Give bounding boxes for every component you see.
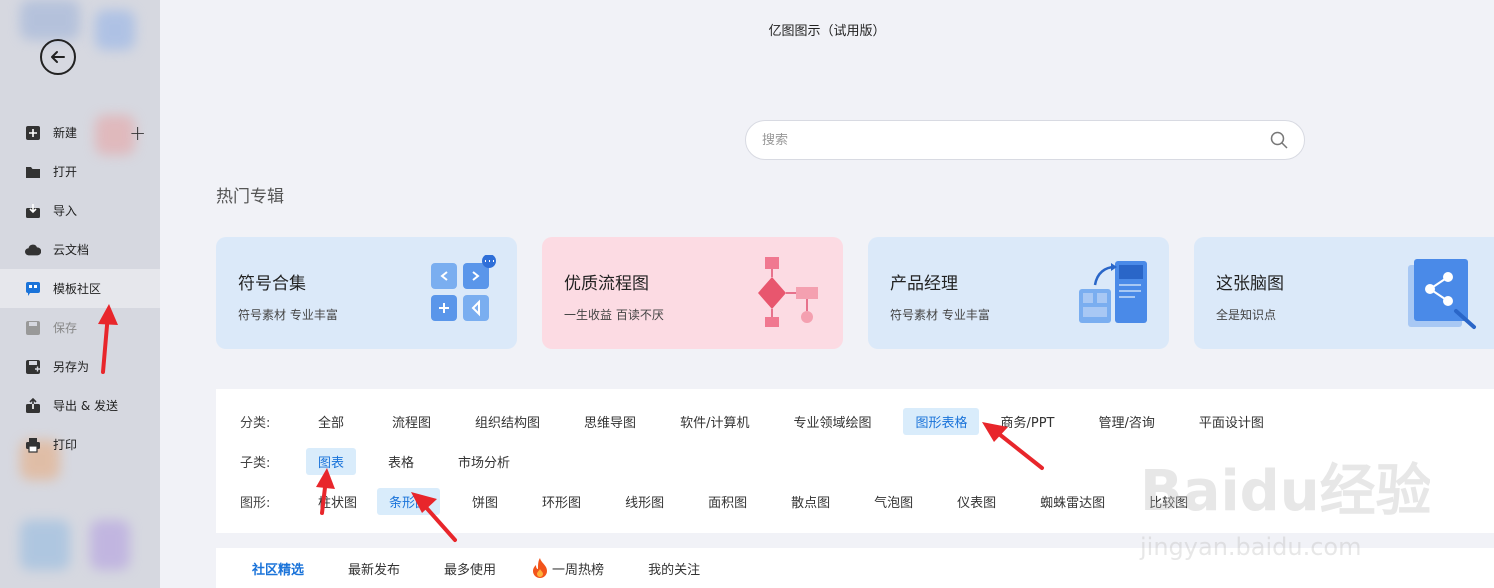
product-manager-icon [1079,261,1147,323]
shape-chip[interactable]: 环形图 [530,488,593,515]
tab-latest[interactable]: 最新发布 [348,559,400,578]
category-chip[interactable]: 全部 [306,408,356,435]
sidebar-item-label: 云文档 [53,243,90,257]
shape-chip[interactable]: 线形图 [613,488,676,515]
category-chip[interactable]: 专业领域绘图 [781,408,883,435]
tab-community-picks[interactable]: 社区精选 [252,559,304,578]
category-chip[interactable]: 思维导图 [572,408,648,435]
shape-chip[interactable]: 仪表图 [945,488,1008,515]
shape-chip[interactable]: 蜘蛛雷达图 [1028,488,1117,515]
sidebar-item-label: 打印 [53,438,78,452]
sidebar-item-save-as[interactable]: 另存为 [0,347,160,386]
tab-label: 一周热榜 [552,562,605,578]
shape-chip[interactable]: 柱状图 [306,488,369,515]
shape-chip-selected[interactable]: 条形图 [377,487,441,515]
subcategory-filter-row: 子类: 图表 表格 市场分析 [240,447,522,475]
sidebar: 新建 + 打开 导入 云文档 模板社区 保存 另存为 导出 & 发送 打印 [0,0,160,588]
shape-chip[interactable]: 气泡图 [862,488,925,515]
filter-label: 子类: [240,455,271,471]
category-chip[interactable]: 管理/咨询 [1086,408,1166,435]
template-community-icon [25,281,41,297]
album-card-mind-map[interactable]: 这张脑图 全是知识点 [1194,237,1494,349]
subcategory-chip-selected[interactable]: 图表 [306,447,357,475]
album-card-product-manager[interactable]: 产品经理 符号素材 专业丰富 [868,237,1169,349]
search-bar [745,120,1305,160]
print-icon [25,437,41,453]
filter-panel: 分类: 全部 流程图 组织结构图 思维导图 软件/计算机 专业领域绘图 图形表格… [216,389,1494,533]
community-tabs: 社区精选 最新发布 最多使用 一周热榜 我的关注 [216,548,1494,588]
sidebar-menu: 新建 + 打开 导入 云文档 模板社区 保存 另存为 导出 & 发送 打印 [0,113,160,464]
plus-icon[interactable]: + [129,121,146,145]
folder-icon [25,164,41,180]
shape-filter-row: 图形: 柱状图 条形图 饼图 环形图 线形图 面积图 散点图 气泡图 仪表图 蜘… [240,487,1200,515]
search-input[interactable] [762,132,1270,148]
sidebar-item-label: 导出 & 发送 [53,399,118,413]
sidebar-item-cloud[interactable]: 云文档 [0,230,160,269]
category-chip[interactable]: 商务/PPT [988,408,1066,435]
new-icon [25,125,41,141]
export-icon [25,397,41,414]
sidebar-item-label: 导入 [53,204,78,218]
blurred-background-tile [20,520,70,570]
import-icon [25,203,41,219]
blurred-background-tile [90,520,130,570]
category-filter-row: 分类: 全部 流程图 组织结构图 思维导图 软件/计算机 专业领域绘图 图形表格… [240,407,1276,435]
sidebar-item-label: 保存 [53,321,78,335]
shape-chip[interactable]: 面积图 [696,488,759,515]
category-chip[interactable]: 平面设计图 [1187,408,1276,435]
sidebar-item-export[interactable]: 导出 & 发送 [0,386,160,425]
sidebar-item-save[interactable]: 保存 [0,308,160,347]
category-chip-selected[interactable]: 图形表格 [903,407,980,435]
search-icon[interactable] [1270,131,1288,149]
flowchart-icon [758,257,818,327]
filter-label: 图形: [240,495,271,511]
back-button[interactable] [40,39,76,75]
sidebar-item-label: 打开 [53,165,78,179]
symbol-collection-icon [431,255,496,321]
arrow-left-icon [51,51,65,63]
filter-label: 分类: [240,415,271,431]
cloud-icon [25,242,41,258]
sidebar-item-label: 新建 [53,126,78,140]
save-as-icon [25,359,41,375]
album-card-symbols[interactable]: 符号合集 符号素材 专业丰富 [216,237,517,349]
category-chip[interactable]: 软件/计算机 [668,408,761,435]
fire-icon [533,558,548,578]
mind-map-icon [1408,259,1476,329]
sidebar-item-label: 另存为 [53,360,90,374]
sidebar-item-new[interactable]: 新建 + [0,113,160,152]
tab-weekly-hot[interactable]: 一周热榜 [530,557,604,579]
category-chip[interactable]: 组织结构图 [463,408,552,435]
subcategory-chip[interactable]: 表格 [376,448,426,475]
sidebar-item-label: 模板社区 [53,282,102,296]
subcategory-chip[interactable]: 市场分析 [446,448,522,475]
sidebar-item-print[interactable]: 打印 [0,425,160,464]
category-chip[interactable]: 流程图 [380,408,443,435]
sidebar-item-import[interactable]: 导入 [0,191,160,230]
album-card-flowchart[interactable]: 优质流程图 一生收益 百读不厌 [542,237,843,349]
tab-most-used[interactable]: 最多使用 [444,559,496,578]
shape-chip[interactable]: 比较图 [1137,488,1200,515]
window-title: 亿图图示（试用版） [768,24,886,39]
tab-my-following[interactable]: 我的关注 [648,559,700,578]
sidebar-item-template-community[interactable]: 模板社区 [0,269,160,308]
shape-chip[interactable]: 饼图 [460,488,510,515]
sidebar-item-open[interactable]: 打开 [0,152,160,191]
save-icon [25,320,41,336]
shape-chip[interactable]: 散点图 [779,488,842,515]
section-title-hot-albums: 热门专辑 [216,187,284,207]
